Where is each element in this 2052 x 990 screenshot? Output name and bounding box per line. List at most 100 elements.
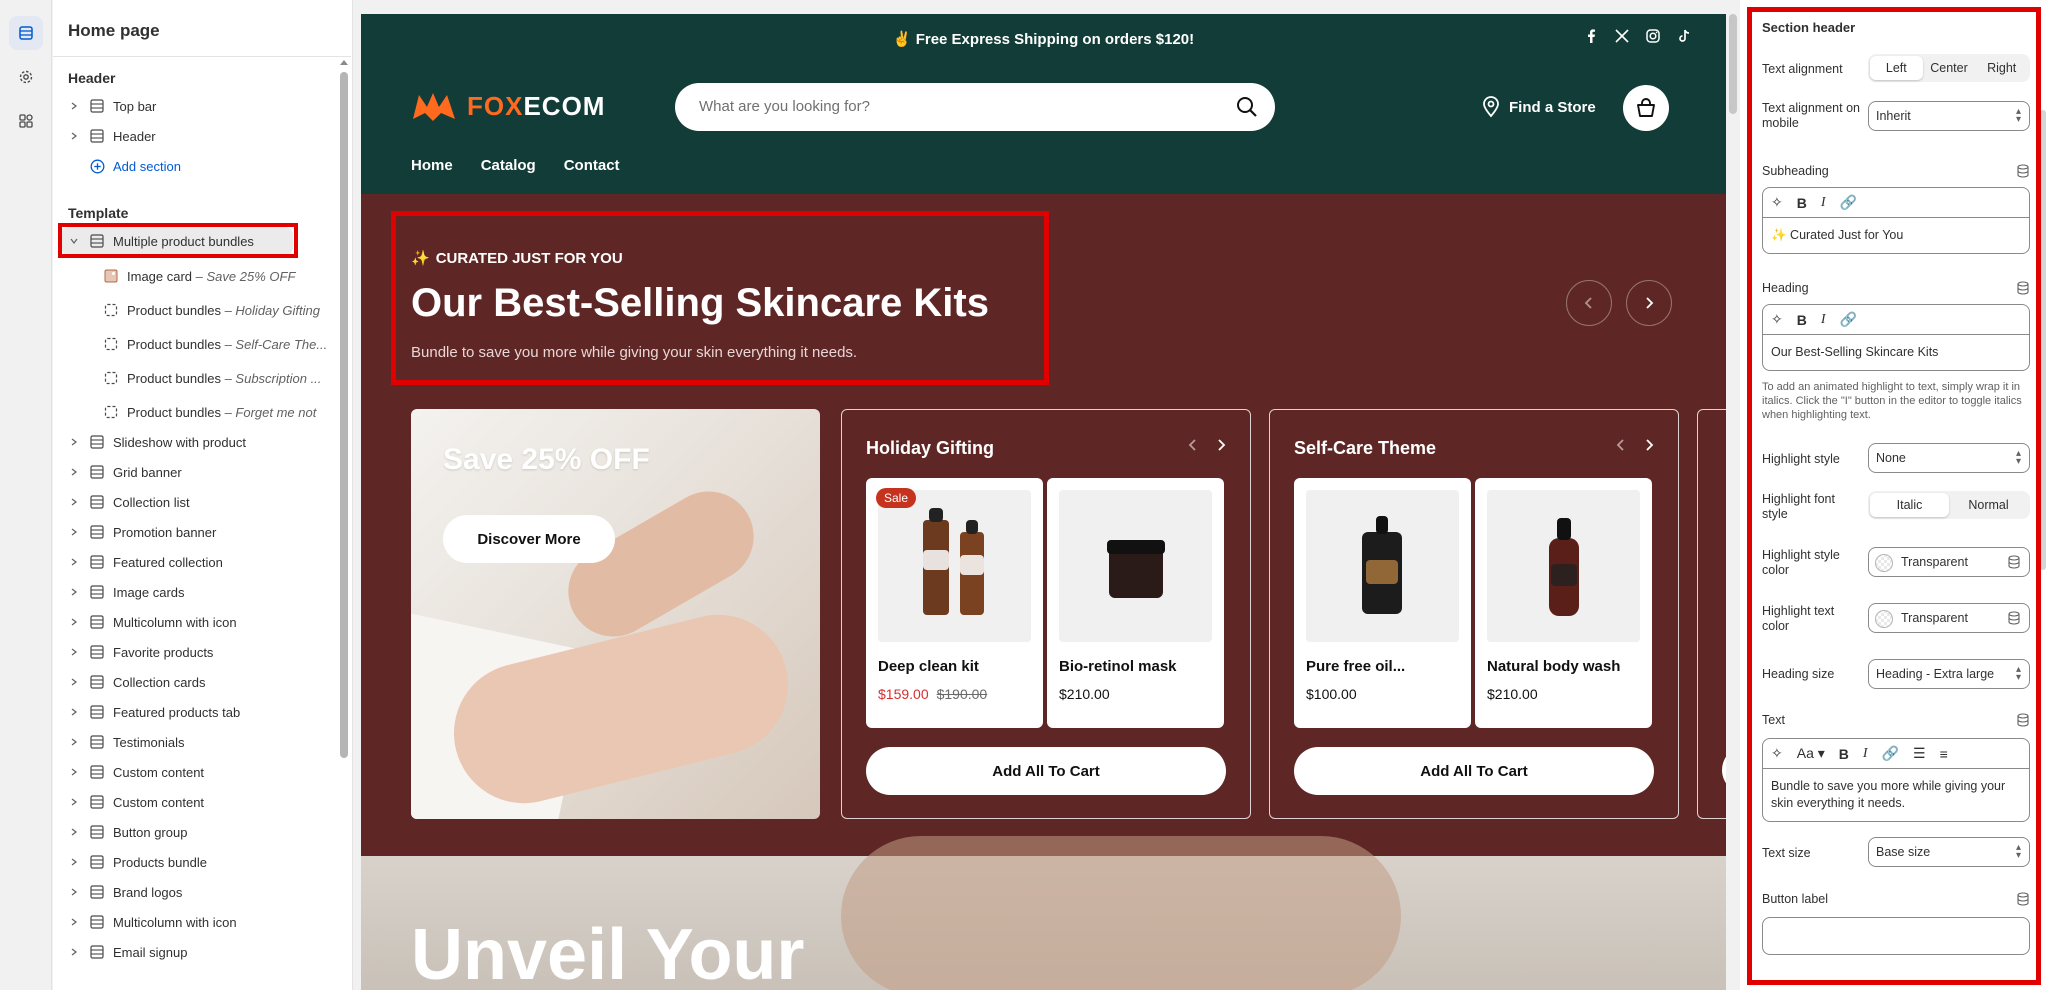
align-left-option[interactable]: Left	[1870, 56, 1923, 80]
gear-icon[interactable]	[9, 60, 43, 94]
heading-value[interactable]: Our Best-Selling Skincare Kits	[1763, 335, 2029, 370]
sidebar-section-item[interactable]: Email signup	[53, 938, 338, 966]
chevron-right-icon[interactable]	[67, 888, 81, 896]
chevron-right-icon[interactable]	[67, 498, 81, 506]
italic-button[interactable]: I	[1863, 746, 1868, 762]
subheading-value[interactable]: ✨ Curated Just for You	[1763, 218, 2029, 253]
apps-icon[interactable]	[9, 104, 43, 138]
sidebar-section-item[interactable]: Testimonials	[53, 728, 338, 756]
chevron-left-icon[interactable]	[1616, 438, 1626, 452]
store-logo[interactable]: FOXECOM	[411, 89, 605, 123]
text-alignment-mobile-select[interactable]: Inherit ▴ ▾	[1868, 101, 2030, 131]
sections-icon[interactable]	[9, 16, 43, 50]
add-section-button[interactable]: Add section	[53, 152, 338, 180]
product-card[interactable]: Natural body wash $210.00	[1475, 478, 1652, 728]
preview-scrollbar[interactable]	[1728, 14, 1738, 990]
chevron-right-icon[interactable]	[67, 738, 81, 746]
bold-button[interactable]: B	[1797, 195, 1807, 211]
product-card[interactable]: Bio-retinol mask $210.00	[1047, 478, 1224, 728]
heading-editor[interactable]: ✧ B I 🔗 Our Best-Selling Skincare Kits	[1762, 304, 2030, 371]
sidebar-section-item[interactable]: Promotion banner	[53, 518, 338, 546]
tiktok-icon[interactable]	[1676, 28, 1692, 49]
align-right-option[interactable]: Right	[1975, 56, 2028, 80]
instagram-icon[interactable]	[1645, 28, 1661, 49]
sidebar-section-item[interactable]: Custom content	[53, 788, 338, 816]
sidebar-block-image-card[interactable]: Image card – Save 25% OFF	[53, 262, 338, 290]
sidebar-section-item[interactable]: Products bundle	[53, 848, 338, 876]
ai-sparkle-icon[interactable]: ✧	[1771, 745, 1783, 762]
chevron-right-icon[interactable]	[67, 948, 81, 956]
dynamic-source-icon[interactable]	[2007, 611, 2021, 625]
link-icon[interactable]: 🔗	[1840, 194, 1857, 211]
facebook-icon[interactable]	[1583, 28, 1599, 49]
search-icon[interactable]	[1235, 95, 1259, 124]
carousel-next-button[interactable]	[1626, 280, 1672, 326]
highlight-text-color-picker[interactable]: Transparent	[1868, 603, 2030, 633]
sidebar-section-item[interactable]: Featured products tab	[53, 698, 338, 726]
add-all-to-cart-button[interactable]: Add All To Cart	[1294, 747, 1654, 795]
bold-button[interactable]: B	[1797, 312, 1807, 328]
ai-sparkle-icon[interactable]: ✧	[1771, 194, 1783, 211]
add-all-to-cart-button[interactable]: Add All To Cart	[866, 747, 1226, 795]
sidebar-section-item[interactable]: Featured collection	[53, 548, 338, 576]
search-input[interactable]: What are you looking for?	[675, 83, 1275, 131]
sidebar-block-product-bundles[interactable]: Product bundles – Forget me not	[53, 398, 338, 426]
chevron-right-icon[interactable]	[67, 768, 81, 776]
chevron-right-icon[interactable]	[67, 798, 81, 806]
chevron-right-icon[interactable]	[67, 708, 81, 716]
image-card[interactable]: Save 25% OFF Discover More	[411, 409, 820, 819]
italic-button[interactable]: I	[1821, 312, 1826, 328]
x-twitter-icon[interactable]	[1614, 28, 1630, 49]
chevron-left-icon[interactable]	[1188, 438, 1198, 452]
chevron-right-icon[interactable]	[67, 918, 81, 926]
sidebar-item-top-bar[interactable]: Top bar	[53, 92, 338, 120]
sidebar-item-header[interactable]: Header	[53, 122, 338, 150]
nav-catalog[interactable]: Catalog	[481, 157, 536, 174]
sidebar-block-product-bundles[interactable]: Product bundles – Subscription ...	[53, 364, 338, 392]
italic-button[interactable]: I	[1821, 195, 1826, 211]
product-card[interactable]: Sale Deep clean kit $159.00 $190.00	[866, 478, 1043, 728]
chevron-right-icon[interactable]	[67, 438, 81, 446]
sidebar-section-item[interactable]: Button group	[53, 818, 338, 846]
find-store-link[interactable]: Find a Store	[1481, 96, 1596, 118]
link-icon[interactable]: 🔗	[1840, 311, 1857, 328]
bold-button[interactable]: B	[1839, 746, 1849, 762]
chevron-right-icon[interactable]	[67, 858, 81, 866]
chevron-right-icon[interactable]	[67, 468, 81, 476]
highlight-style-select[interactable]: None ▴ ▾	[1868, 443, 2030, 473]
italic-option[interactable]: Italic	[1870, 493, 1949, 517]
chevron-right-icon[interactable]	[67, 828, 81, 836]
cart-button[interactable]	[1623, 85, 1669, 131]
chevron-right-icon[interactable]	[67, 132, 81, 140]
button-label-input[interactable]	[1762, 917, 2030, 955]
dynamic-source-icon[interactable]	[2016, 892, 2030, 906]
chevron-right-icon[interactable]	[67, 588, 81, 596]
sidebar-section-item[interactable]: Collection list	[53, 488, 338, 516]
subheading-editor[interactable]: ✧ B I 🔗 ✨ Curated Just for You	[1762, 187, 2030, 254]
chevron-right-icon[interactable]	[67, 528, 81, 536]
link-icon[interactable]: 🔗	[1882, 745, 1899, 762]
ai-sparkle-icon[interactable]: ✧	[1771, 311, 1783, 328]
sidebar-section-item[interactable]: Multicolumn with icon	[53, 908, 338, 936]
sidebar-section-item[interactable]: Brand logos	[53, 878, 338, 906]
sidebar-section-item[interactable]: Image cards	[53, 578, 338, 606]
align-center-option[interactable]: Center	[1923, 56, 1976, 80]
bullet-list-icon[interactable]: ☰	[1913, 745, 1926, 762]
chevron-right-icon[interactable]	[1216, 438, 1226, 452]
product-card[interactable]: Pure free oil... $100.00	[1294, 478, 1471, 728]
chevron-right-icon[interactable]	[67, 678, 81, 686]
carousel-prev-button[interactable]	[1566, 280, 1612, 326]
dynamic-source-icon[interactable]	[2016, 281, 2030, 295]
sidebar-section-item[interactable]: Grid banner	[53, 458, 338, 486]
sidebar-section-item[interactable]: Multicolumn with icon	[53, 608, 338, 636]
nav-home[interactable]: Home	[411, 157, 453, 174]
chevron-right-icon[interactable]	[67, 102, 81, 110]
highlight-style-color-picker[interactable]: Transparent	[1868, 547, 2030, 577]
discover-more-button[interactable]: Discover More	[443, 515, 615, 563]
text-value[interactable]: Bundle to save you more while giving you…	[1763, 769, 2029, 821]
dynamic-source-icon[interactable]	[2016, 713, 2030, 727]
panel-scrollbar[interactable]	[2040, 110, 2046, 570]
sidebar-section-item[interactable]: Custom content	[53, 758, 338, 786]
sidebar-block-product-bundles[interactable]: Product bundles – Self-Care The...	[53, 330, 338, 358]
normal-option[interactable]: Normal	[1949, 493, 2028, 517]
